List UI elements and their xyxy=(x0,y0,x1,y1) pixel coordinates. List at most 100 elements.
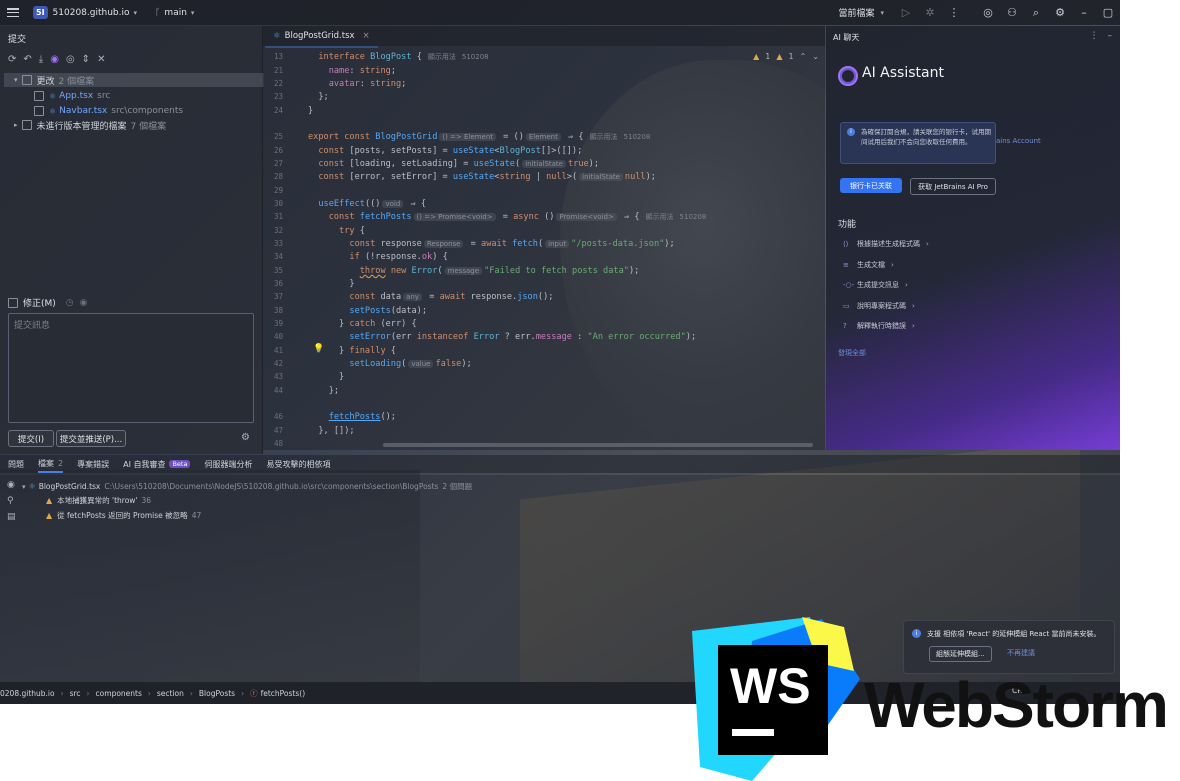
code-line: } xyxy=(308,106,314,116)
problem-item[interactable]: ▲ 本地捕獲異常的 'throw' 36 xyxy=(46,495,151,506)
feature-explain-error[interactable]: ? 解釋執行時錯誤 › xyxy=(843,321,915,331)
unversioned-group[interactable]: ▸ 未進行版本管理的檔案 7 個檔案 xyxy=(10,118,166,132)
view-options-icon[interactable]: ◎ xyxy=(66,54,75,65)
changes-checkbox[interactable] xyxy=(21,75,32,85)
tab-project-errors[interactable]: 專案錯誤 xyxy=(77,459,109,470)
info-icon: i xyxy=(847,128,855,136)
chevron-down-icon[interactable]: ⌄ xyxy=(812,52,819,61)
commit-button[interactable]: 提交(I) xyxy=(8,430,54,447)
commit-settings-gear-icon[interactable]: ⚙ xyxy=(241,432,250,443)
tab-file[interactable]: 檔案 2 xyxy=(38,455,64,473)
line-number: 30 xyxy=(273,199,283,208)
feature-commit-message[interactable]: -○- 生成提交訊息 › xyxy=(843,280,908,290)
add-user-icon[interactable]: ⚇ xyxy=(1000,6,1024,19)
unversioned-checkbox[interactable] xyxy=(21,120,32,130)
more-icon[interactable]: ⋮ xyxy=(1090,31,1099,41)
project-name[interactable]: 510208.github.io xyxy=(53,8,130,18)
changes-group[interactable]: ▾ 更改 2 個檔案 xyxy=(4,73,264,87)
notice-text: 為確保訂閱合規，請关联您的银行卡，试用期间试用后我们不会向您收取任何費用。 xyxy=(861,128,991,146)
hamburger-menu-icon[interactable] xyxy=(7,8,19,17)
breadcrumb-item[interactable]: 0208.github.io xyxy=(0,689,55,698)
breadcrumb-item[interactable]: section xyxy=(157,689,184,698)
file-path: src\components xyxy=(111,106,184,116)
chevron-down-icon[interactable]: ▾ xyxy=(14,76,18,84)
file-row[interactable]: ⚛ Navbar.tsx src\components xyxy=(34,104,183,118)
restore-icon[interactable]: ▢ xyxy=(1096,6,1120,19)
code-line: setLoading(value false); xyxy=(349,359,472,369)
tab-vulnerable-deps[interactable]: 易受攻擊的相依項 xyxy=(266,459,330,470)
panel-title: 提交 xyxy=(8,35,27,45)
usages-hint[interactable]: 顯示用法 xyxy=(590,133,618,141)
chevron-down-icon[interactable]: ▾ xyxy=(22,483,26,491)
breadcrumb-item[interactable]: src xyxy=(70,689,81,698)
problem-file-row[interactable]: ▾ ⚛ BlogPostGrid.tsx C:\Users\510208\Doc… xyxy=(22,481,472,492)
rollback-icon[interactable]: ↶ xyxy=(23,54,31,65)
pin-icon[interactable]: ⚲ xyxy=(7,496,16,506)
feature-explain-code[interactable]: ▭ 說明專案程式碼 › xyxy=(843,301,915,311)
tab-blogpostgrid[interactable]: ⚛ BlogPostGrid.tsx × xyxy=(265,26,378,48)
chevron-up-icon[interactable]: ⌃ xyxy=(800,52,807,61)
ai-panel-header: AI 聊天 xyxy=(833,33,860,42)
ai-icon[interactable]: ◉ xyxy=(50,54,59,65)
commit-message-input[interactable]: 提交訊息 xyxy=(8,313,254,423)
minimize-icon[interactable]: – xyxy=(1108,31,1113,41)
run-icon[interactable]: ▷ xyxy=(894,6,918,19)
chevron-down-icon[interactable]: ▾ xyxy=(134,9,138,17)
commit-and-push-button[interactable]: 提交並推送(P)... xyxy=(56,430,126,447)
line-number: 13 xyxy=(273,52,283,61)
feature-generate-code[interactable]: ⟨⟩ 根據描述生成程式碼 › xyxy=(843,239,929,249)
horizontal-scrollbar[interactable] xyxy=(383,443,813,447)
line-number: 46 xyxy=(273,412,283,421)
feature-generate-docs[interactable]: ≡ 生成文檔 › xyxy=(843,260,894,270)
file-checkbox[interactable] xyxy=(34,106,44,116)
search-icon[interactable]: ⌕ xyxy=(1024,6,1048,20)
usages-hint[interactable]: 顯示用法 xyxy=(428,53,456,61)
tab-server-analysis[interactable]: 伺服器端分析 xyxy=(204,459,252,470)
eye-icon[interactable]: ◉ xyxy=(7,480,16,490)
file-path: src xyxy=(97,91,111,101)
configure-plugin-button[interactable]: 組態延伸模組... xyxy=(929,646,992,662)
usages-hint[interactable]: 顯示用法 xyxy=(646,213,674,221)
settings-gear-icon[interactable]: ⚙ xyxy=(1048,6,1072,19)
close-tab-icon[interactable]: × xyxy=(363,31,370,41)
update-icon[interactable]: ⤓ xyxy=(39,54,43,65)
tab-ai-self-review[interactable]: AI 自我審查 Beta xyxy=(123,459,191,470)
refresh-icon[interactable]: ⟳ xyxy=(8,54,16,65)
code-editor[interactable]: 13 21 22 23 24 25 26 27 28 29 30 31 32 3… xyxy=(263,46,825,450)
inspection-widget[interactable]: ▲ 1 ▲ 1 ⌃ ⌄ xyxy=(753,52,819,61)
feature-label: 根據描述生成程式碼 xyxy=(857,240,920,248)
chevron-right-icon[interactable]: ▸ xyxy=(14,121,18,129)
amend-option[interactable]: 修正(M) ◷ ◉ xyxy=(8,296,88,309)
history-icon[interactable]: ◷ xyxy=(66,298,74,308)
code-line: if (!response.ok) { xyxy=(349,252,448,262)
ai-assistant-icon[interactable]: ◎ xyxy=(976,6,1000,19)
debug-icon[interactable]: ✲ xyxy=(918,6,942,19)
webstorm-logo: WS xyxy=(692,617,860,781)
file-checkbox[interactable] xyxy=(34,91,44,101)
breadcrumb-item[interactable]: components xyxy=(96,689,142,698)
more-icon[interactable]: ⋮ xyxy=(942,6,966,19)
account-link[interactable]: ains Account xyxy=(996,137,1041,145)
minimize-icon[interactable]: – xyxy=(1072,6,1096,19)
collapse-all-icon[interactable]: ✕ xyxy=(97,54,105,65)
discover-all-link[interactable]: 發現全部 xyxy=(838,348,866,358)
branch-selector[interactable]: ᚴ main ▾ xyxy=(155,8,194,18)
run-config-selector[interactable]: 當前檔案 xyxy=(838,6,874,19)
filter-icon[interactable]: ▤ xyxy=(7,512,16,522)
line-number: 27 xyxy=(273,159,283,168)
author-icon[interactable]: ◉ xyxy=(80,298,88,308)
tab-label: 專案錯誤 xyxy=(77,459,110,469)
tab-problems[interactable]: 問題 xyxy=(8,459,24,470)
problem-item[interactable]: ▲ 從 fetchPosts 返回的 Promise 被忽略 47 xyxy=(46,510,201,521)
get-ai-pro-button[interactable]: 获取 JetBrains AI Pro xyxy=(910,178,996,195)
param-hint: initialState xyxy=(579,173,623,181)
amend-checkbox[interactable] xyxy=(8,297,18,308)
tab-label: 問題 xyxy=(8,459,24,469)
breadcrumb-item[interactable]: BlogPosts xyxy=(199,689,235,698)
breadcrumb-item[interactable]: fetchPosts() xyxy=(261,689,306,698)
chevron-down-icon[interactable]: ▾ xyxy=(880,9,884,17)
card-linked-button[interactable]: 银行卡已关联 xyxy=(840,178,902,193)
dont-suggest-link[interactable]: 不再建議 xyxy=(1007,648,1035,658)
expand-all-icon[interactable]: ⇕ xyxy=(82,54,90,65)
file-row[interactable]: ⚛ App.tsx src xyxy=(34,89,110,103)
